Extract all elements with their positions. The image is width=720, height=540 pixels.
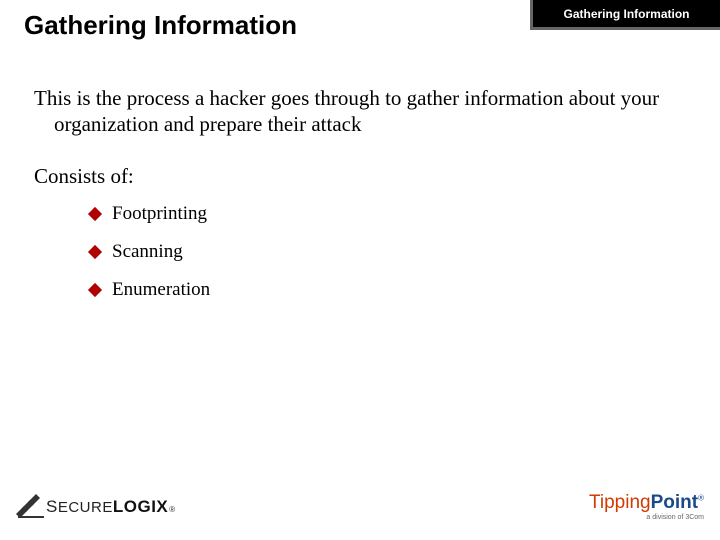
tippingpoint-subtext: a division of 3Com [646, 514, 704, 521]
bullet-list: Footprinting Scanning Enumeration [34, 203, 690, 301]
securelogix-text: SECURELOGIX® [46, 497, 176, 517]
logo-text-part: Tipping [589, 492, 651, 513]
registered-icon: ® [698, 494, 704, 503]
diamond-bullet-icon [88, 244, 102, 258]
registered-icon: ® [169, 505, 175, 514]
diamond-bullet-icon [88, 282, 102, 296]
header-corner-band: Gathering Information [530, 0, 720, 30]
footer: SECURELOGIX® TippingPoint® a division of… [0, 484, 720, 530]
bullet-label: Footprinting [112, 203, 207, 225]
tippingpoint-logo: TippingPoint® a division of 3Com [589, 493, 704, 521]
intro-paragraph: This is the process a hacker goes throug… [34, 85, 690, 138]
list-item: Footprinting [90, 203, 690, 225]
slide-body: This is the process a hacker goes throug… [0, 41, 720, 301]
tippingpoint-text: TippingPoint® [589, 493, 704, 512]
logo-text-part: Point [651, 492, 699, 513]
bullet-label: Enumeration [112, 279, 210, 301]
subheading: Consists of: [34, 164, 690, 189]
bullet-label: Scanning [112, 241, 183, 263]
logo-text-part: SECURE [46, 497, 113, 517]
diamond-bullet-icon [88, 206, 102, 220]
securelogix-logo: SECURELOGIX® [16, 494, 176, 520]
list-item: Scanning [90, 241, 690, 263]
logo-text-part: LOGIX [113, 497, 168, 517]
list-item: Enumeration [90, 279, 690, 301]
header-corner-label: Gathering Information [564, 7, 690, 21]
securelogix-mark-icon [16, 494, 44, 520]
